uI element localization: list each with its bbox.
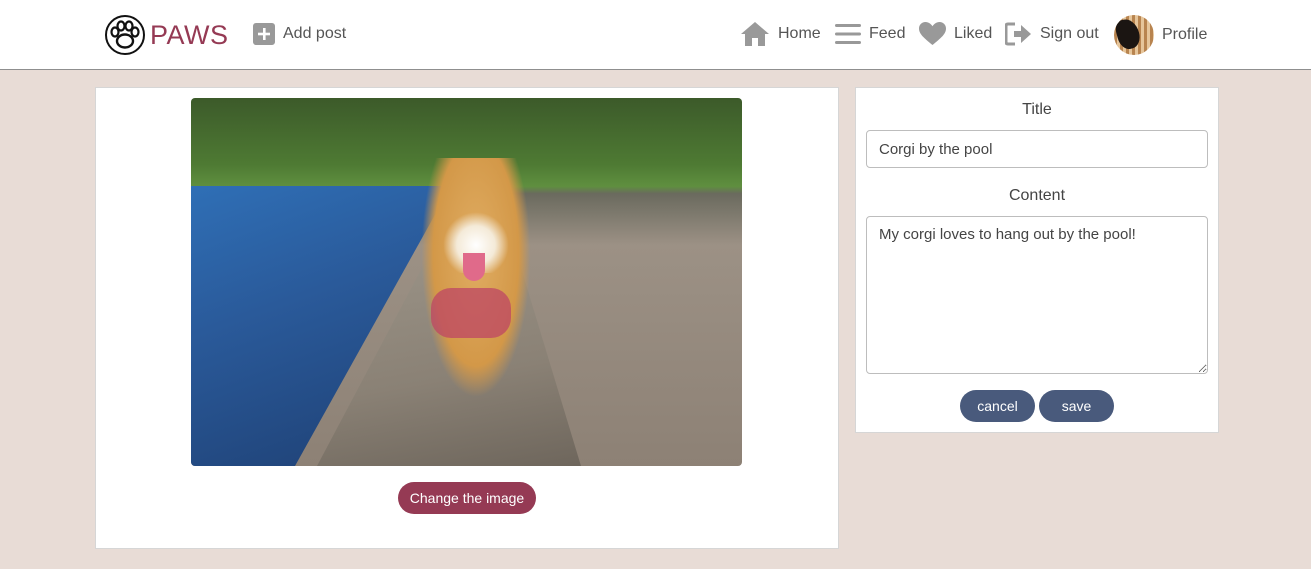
nav-home-label: Home xyxy=(778,25,821,42)
paw-icon xyxy=(105,15,145,55)
brand-name: PAWS xyxy=(150,19,229,50)
navbar: PAWS Add post Home Feed Liked Sign out P… xyxy=(0,0,1311,70)
nav-feed-label: Feed xyxy=(869,25,906,42)
save-button[interactable]: save xyxy=(1039,390,1114,422)
content-label: Content xyxy=(1008,187,1066,204)
change-image-button[interactable]: Change the image xyxy=(398,482,536,514)
content-textarea[interactable]: My corgi loves to hang out by the pool! xyxy=(866,216,1208,374)
nav-liked-label: Liked xyxy=(954,25,993,42)
home-icon xyxy=(740,21,770,47)
list-icon xyxy=(835,23,861,45)
nav-profile-label: Profile xyxy=(1162,26,1208,43)
post-image xyxy=(191,98,742,466)
nav-home[interactable]: Home xyxy=(740,18,821,50)
photo-dog-tongue xyxy=(463,253,485,281)
nav-sign-out-label: Sign out xyxy=(1040,25,1099,42)
title-label: Title xyxy=(1022,101,1052,118)
photo-harness xyxy=(431,288,511,338)
sign-out-icon xyxy=(1005,22,1032,46)
nav-feed[interactable]: Feed xyxy=(835,18,905,50)
avatar xyxy=(1114,15,1154,55)
nav-sign-out[interactable]: Sign out xyxy=(1005,18,1099,50)
nav-profile[interactable]: Profile xyxy=(1114,14,1207,56)
nav-liked[interactable]: Liked xyxy=(919,18,992,50)
title-input[interactable] xyxy=(866,130,1208,168)
cancel-button[interactable]: cancel xyxy=(960,390,1035,422)
nav-add-post[interactable]: Add post xyxy=(253,18,346,50)
nav-add-post-label: Add post xyxy=(283,25,347,42)
image-card: Change the image xyxy=(95,87,839,549)
heart-icon xyxy=(919,22,946,46)
edit-post-form: Title Content My corgi loves to hang out… xyxy=(855,87,1219,433)
plus-square-icon xyxy=(253,23,275,45)
brand-logo[interactable]: PAWS xyxy=(104,13,229,57)
